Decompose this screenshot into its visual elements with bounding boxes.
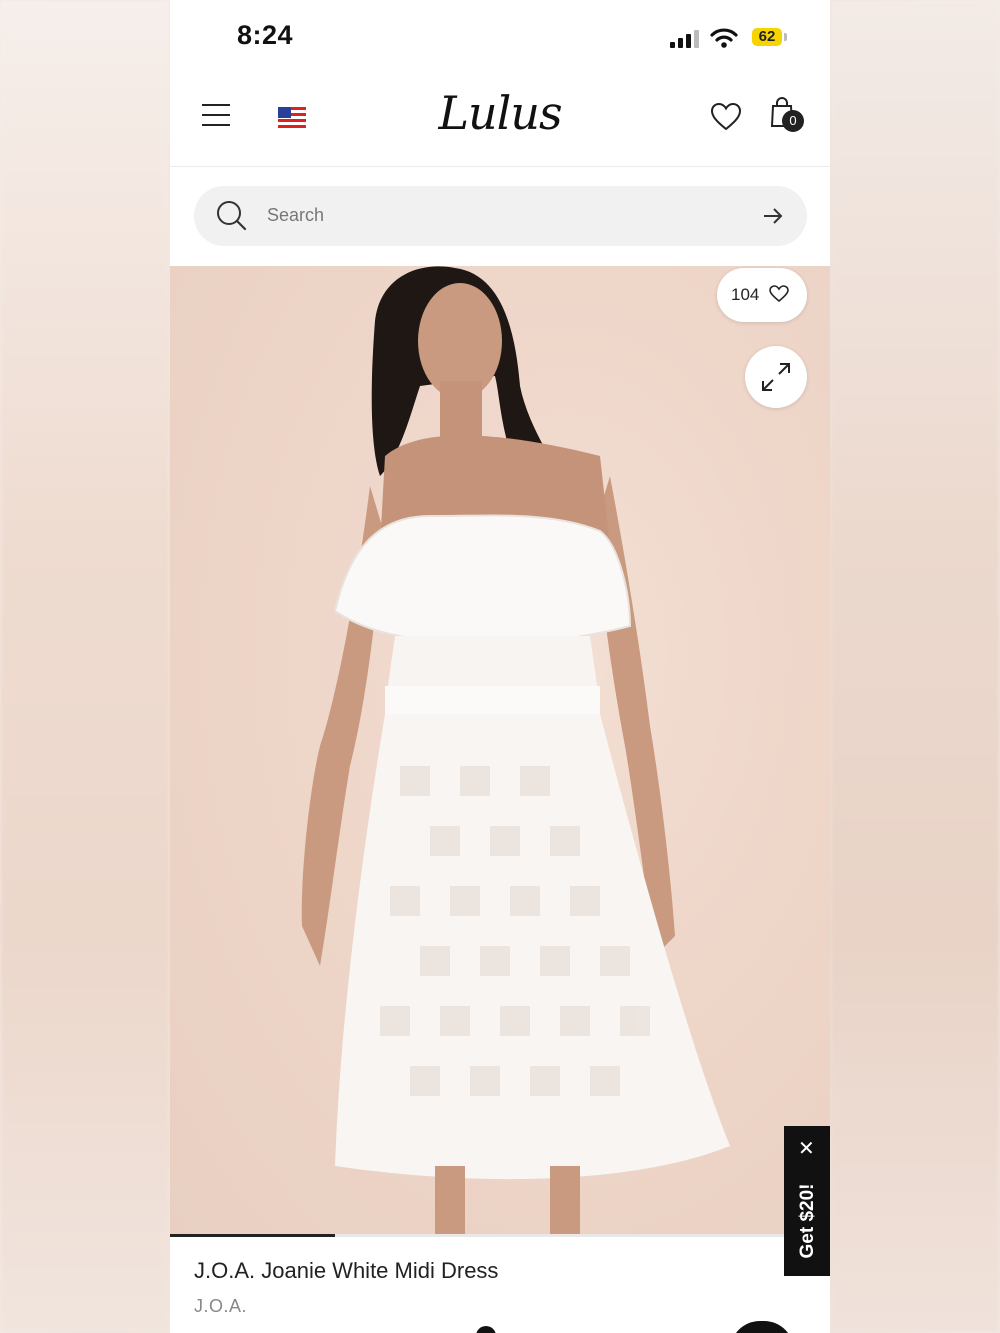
expand-image-button[interactable] bbox=[745, 346, 807, 408]
status-bar: 8:24 62 bbox=[170, 0, 830, 76]
likes-button[interactable]: 104 bbox=[717, 268, 807, 322]
app-screen: 8:24 62 Lulus 0 Search 104 ✕ Get $20! J.… bbox=[170, 0, 830, 1333]
site-header: Lulus 0 bbox=[170, 76, 830, 167]
gallery-progress bbox=[170, 1234, 830, 1237]
chat-button[interactable] bbox=[730, 1321, 794, 1333]
partial-element bbox=[476, 1326, 496, 1333]
product-image[interactable]: 104 bbox=[170, 266, 830, 1234]
expand-icon bbox=[762, 363, 790, 391]
gallery-progress-fill bbox=[170, 1234, 335, 1237]
product-brand[interactable]: J.O.A. bbox=[194, 1296, 247, 1317]
background-right bbox=[830, 0, 1000, 1333]
close-icon[interactable]: ✕ bbox=[798, 1139, 815, 1159]
product-title: J.O.A. Joanie White Midi Dress bbox=[194, 1258, 499, 1283]
background-left bbox=[0, 0, 170, 1333]
wifi-icon bbox=[710, 28, 738, 48]
arrow-right-icon[interactable] bbox=[762, 206, 784, 226]
status-time: 8:24 bbox=[237, 20, 294, 50]
promo-label: Get $20! bbox=[797, 1183, 818, 1259]
search-input[interactable]: Search bbox=[267, 205, 324, 226]
search-icon bbox=[217, 201, 247, 231]
heart-icon bbox=[769, 285, 789, 303]
likes-count: 104 bbox=[731, 285, 760, 304]
wishlist-heart-icon[interactable] bbox=[710, 102, 742, 132]
search-bar[interactable]: Search bbox=[194, 186, 807, 246]
model-illustration bbox=[301, 266, 730, 1234]
cart-count-badge: 0 bbox=[782, 110, 804, 132]
battery-tip bbox=[784, 33, 787, 41]
cellular-signal-icon bbox=[670, 30, 699, 48]
promo-tab[interactable]: ✕ Get $20! bbox=[784, 1126, 830, 1276]
battery-indicator: 62 bbox=[752, 28, 782, 46]
